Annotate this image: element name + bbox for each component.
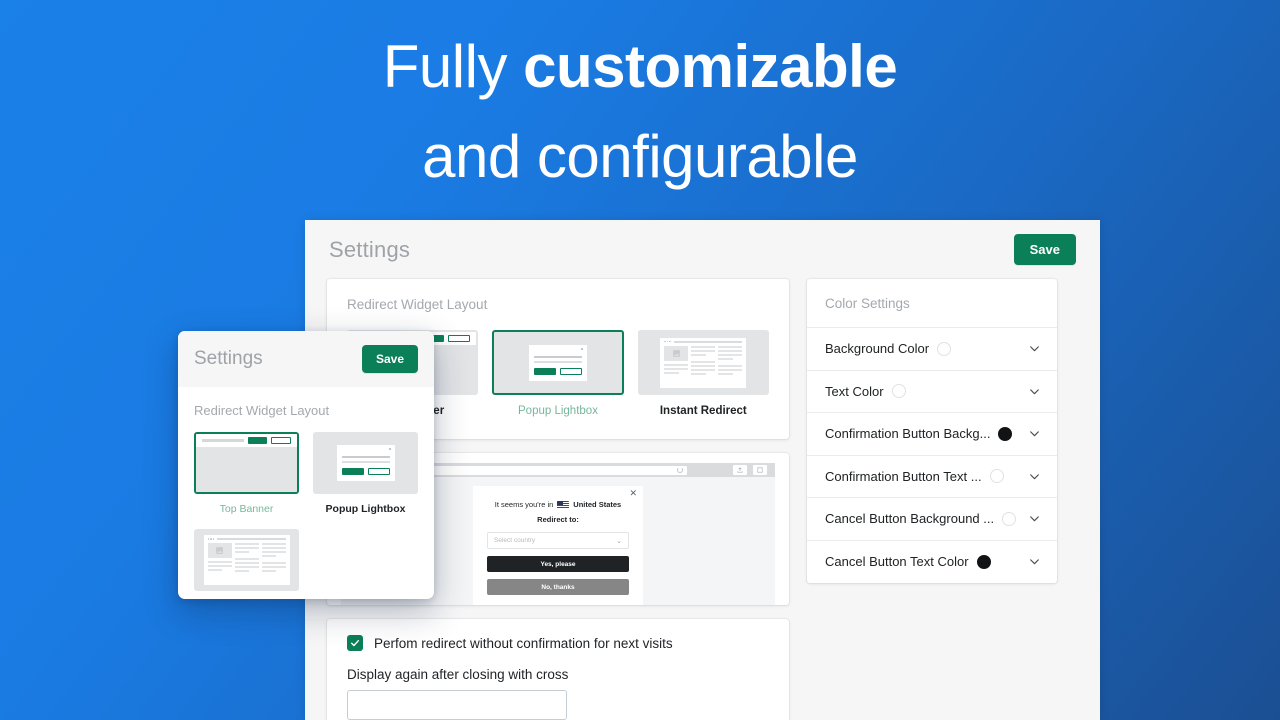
redirect-to-label: Redirect to:: [537, 515, 579, 524]
hero-line2: and configurable: [422, 123, 858, 190]
tabs-icon: [753, 465, 767, 475]
chevron-down-icon: ⌄: [616, 537, 622, 545]
floating-caption-top-banner: Top Banner: [219, 503, 274, 515]
color-row-confirmation-button-text[interactable]: Confirmation Button Text ...: [807, 456, 1057, 498]
layout-thumb-popup-lightbox[interactable]: [492, 330, 624, 395]
share-icon: [733, 465, 747, 475]
detected-location: It seems you're in United States: [487, 500, 629, 509]
floating-layout-option-top-banner[interactable]: Top Banner: [194, 432, 299, 515]
layout-section-label: Redirect Widget Layout: [347, 297, 488, 312]
floating-layout-option-instant-redirect[interactable]: [194, 529, 299, 591]
color-row-text-color[interactable]: Text Color: [807, 371, 1057, 413]
save-button[interactable]: Save: [1013, 234, 1076, 265]
color-row-label: Background Color: [825, 341, 930, 357]
popup-lightbox-art-icon: [315, 434, 416, 492]
floating-layout-label: Redirect Widget Layout: [194, 403, 330, 418]
layout-caption-popup-lightbox: Popup Lightbox: [518, 405, 598, 417]
color-swatch[interactable]: [989, 469, 1004, 484]
floating-layout-option-popup-lightbox[interactable]: Popup Lightbox: [313, 432, 418, 515]
hero-line1-strong: customizable: [523, 33, 898, 100]
floating-thumb-top-banner[interactable]: [194, 432, 299, 494]
country-name: United States: [573, 500, 622, 509]
floating-card-title: Settings: [194, 348, 263, 369]
floating-thumb-row-2: [194, 529, 418, 591]
color-settings-heading: Color Settings: [807, 279, 1057, 328]
color-row-cancel-button-background[interactable]: Cancel Button Background ...: [807, 498, 1057, 541]
hero-line1-plain: Fully: [382, 33, 524, 100]
redirect-options-card: Perfom redirect without confirmation for…: [327, 619, 789, 720]
hero-headline: Fully customizable and configurable: [0, 22, 1280, 202]
chevron-down-icon: [1028, 427, 1041, 440]
layout-caption-instant-redirect: Instant Redirect: [659, 405, 747, 417]
app-header: Settings Save: [305, 220, 1100, 279]
color-row-label: Text Color: [825, 383, 884, 399]
display-again-label: Display again after closing with cross: [347, 667, 569, 682]
color-swatch[interactable]: [976, 554, 991, 569]
color-row-cancel-button-text[interactable]: Cancel Button Text Color: [807, 541, 1057, 584]
color-swatch[interactable]: [937, 341, 952, 356]
chevron-down-icon: [1028, 470, 1041, 483]
color-settings-card: Color Settings Background Color Text Col…: [807, 279, 1057, 583]
chevron-down-icon: [1028, 342, 1041, 355]
promo-banner: Fully customizable and configurable Sett…: [0, 0, 1280, 720]
chevron-down-icon: [1028, 555, 1041, 568]
page-title: Settings: [329, 236, 411, 262]
color-row-background-color[interactable]: Background Color: [807, 328, 1057, 371]
hero-line1: Fully customizable: [382, 33, 898, 100]
perform-redirect-label: Perfom redirect without confirmation for…: [374, 635, 673, 651]
floating-thumb-instant-redirect[interactable]: [194, 529, 299, 591]
color-swatch[interactable]: [1002, 511, 1017, 526]
location-prefix: It seems you're in: [494, 500, 554, 509]
top-banner-art-icon: [196, 434, 297, 492]
color-row-label: Cancel Button Text Color: [825, 554, 969, 570]
confirm-redirect-button[interactable]: Yes, please: [487, 556, 629, 572]
chevron-down-icon: [1028, 512, 1041, 525]
floating-card-body: Redirect Widget Layout Top Banner Popup …: [178, 387, 434, 591]
floating-save-button[interactable]: Save: [361, 345, 418, 373]
instant-redirect-art-icon: [640, 332, 767, 393]
color-row-label: Confirmation Button Backg...: [825, 426, 991, 442]
floating-caption-popup-lightbox: Popup Lightbox: [325, 503, 406, 515]
layout-thumb-instant-redirect[interactable]: [637, 330, 769, 395]
cancel-redirect-button[interactable]: No, thanks: [487, 579, 629, 595]
color-row-label: Cancel Button Background ...: [825, 511, 995, 527]
popup-lightbox-art-icon: [494, 332, 621, 393]
right-column: Color Settings Background Color Text Col…: [807, 279, 1057, 583]
floating-thumb-row-1: Top Banner Popup Lightbox: [194, 432, 418, 515]
color-swatch[interactable]: [891, 384, 906, 399]
display-again-input[interactable]: [347, 690, 567, 720]
us-flag-icon: [557, 500, 570, 509]
perform-redirect-row[interactable]: Perfom redirect without confirmation for…: [347, 635, 769, 651]
redirect-modal-preview: ✕ It seems you're in United States Redir…: [473, 486, 643, 605]
country-select-placeholder: Select country: [494, 537, 536, 544]
color-row-label: Confirmation Button Text ...: [825, 468, 982, 484]
country-select[interactable]: Select country ⌄: [487, 532, 629, 549]
reload-icon: [677, 466, 683, 473]
color-swatch[interactable]: [998, 426, 1013, 441]
perform-redirect-checkbox[interactable]: [347, 635, 363, 651]
floating-thumb-popup-lightbox[interactable]: [313, 432, 418, 494]
color-row-confirmation-button-background[interactable]: Confirmation Button Backg...: [807, 413, 1057, 456]
layout-option-instant-redirect[interactable]: Instant Redirect: [637, 330, 769, 417]
close-icon[interactable]: ✕: [629, 489, 637, 498]
instant-redirect-art-icon: [196, 531, 297, 589]
floating-settings-card: Settings Save Redirect Widget Layout Top…: [178, 331, 434, 599]
layout-option-popup-lightbox[interactable]: Popup Lightbox: [492, 330, 624, 417]
chevron-down-icon: [1028, 385, 1041, 398]
floating-card-header: Settings Save: [178, 331, 434, 387]
